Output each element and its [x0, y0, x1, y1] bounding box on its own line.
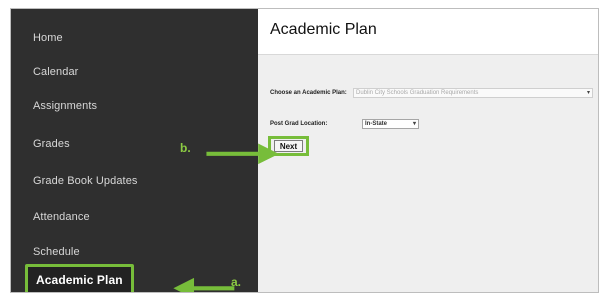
post-grad-location-select[interactable]: In-State ▾ [362, 119, 419, 129]
sidebar-item-label: Schedule [33, 246, 80, 258]
sidebar-item-label: Grades [33, 138, 70, 150]
sidebar-item-label: Academic Plan [36, 273, 123, 287]
sidebar-item-attendance[interactable]: Attendance [11, 200, 258, 234]
sidebar: Home Calendar Assignments Grades Grade B… [11, 9, 258, 292]
annotation-label-b: b. [180, 141, 191, 155]
application-frame: Home Calendar Assignments Grades Grade B… [10, 8, 599, 293]
page-title: Academic Plan [270, 21, 377, 38]
post-grad-location-label: Post Grad Location: [270, 121, 328, 127]
chevron-down-icon: ▾ [586, 90, 590, 96]
choose-plan-label: Choose an Academic Plan: [270, 90, 347, 96]
sidebar-item-label: Attendance [33, 211, 90, 223]
sidebar-item-label: Calendar [33, 66, 79, 78]
sidebar-item-grade-book-updates[interactable]: Grade Book Updates [11, 164, 258, 198]
academic-plan-panel: Academic Plan Choose an Academic Plan: D… [258, 9, 598, 292]
sidebar-item-assignments[interactable]: Assignments [11, 89, 258, 123]
academic-plan-highlight-box: Academic Plan [25, 264, 134, 292]
panel-header: Academic Plan [258, 9, 598, 55]
sidebar-item-calendar[interactable]: Calendar [11, 55, 258, 89]
sidebar-item-grades[interactable]: Grades [11, 127, 258, 161]
sidebar-item-label: Home [33, 32, 63, 44]
annotation-label-a: a. [231, 275, 242, 289]
post-grad-location-select-value: In-State [365, 121, 388, 127]
next-button[interactable]: Next [274, 140, 303, 152]
sidebar-item-label: Grade Book Updates [33, 175, 138, 187]
sidebar-item-home[interactable]: Home [11, 21, 258, 55]
sidebar-item-academic-plan[interactable]: Academic Plan [11, 263, 258, 292]
academic-plan-select-value: Dublin City Schools Graduation Requireme… [356, 90, 479, 96]
screenshot-root: Home Calendar Assignments Grades Grade B… [0, 0, 607, 299]
sidebar-item-label: Assignments [33, 100, 98, 112]
chevron-down-icon: ▾ [412, 121, 416, 127]
academic-plan-select[interactable]: Dublin City Schools Graduation Requireme… [353, 88, 593, 98]
